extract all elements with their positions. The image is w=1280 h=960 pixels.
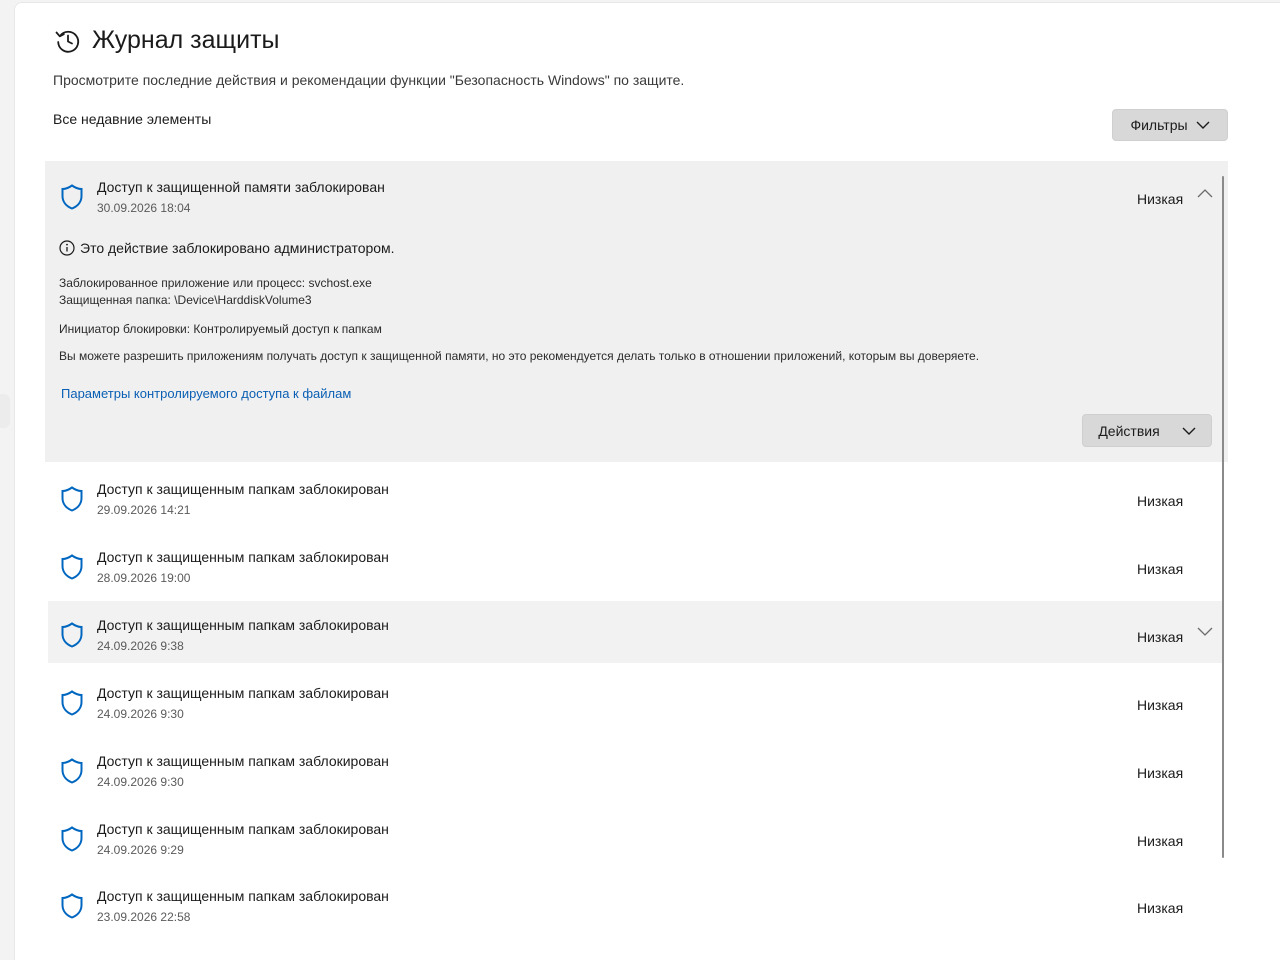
history-item-date: 30.09.2026 18:04: [97, 201, 191, 215]
history-item-title: Доступ к защищенным папкам заблокирован: [97, 617, 389, 633]
filters-button-label: Фильтры: [1130, 117, 1188, 133]
history-item-title: Доступ к защищенным папкам заблокирован: [97, 821, 389, 837]
chevron-down-icon[interactable]: [1197, 627, 1213, 637]
history-item[interactable]: Доступ к защищенным папкам заблокирован …: [48, 601, 1222, 663]
shield-icon: [61, 486, 83, 512]
history-item-title: Доступ к защищенным папкам заблокирован: [97, 888, 389, 904]
history-item-severity: Низкая: [1137, 629, 1184, 645]
shield-icon: [61, 826, 83, 852]
history-item-date: 24.09.2026 9:30: [97, 775, 184, 789]
controlled-folder-access-settings-link[interactable]: Параметры контролируемого доступа к файл…: [61, 386, 351, 401]
history-item-date: 24.09.2026 9:30: [97, 707, 184, 721]
history-item-severity: Низкая: [1137, 191, 1184, 207]
history-item[interactable]: Доступ к защищенным папкам заблокирован …: [48, 533, 1222, 595]
history-item-severity: Низкая: [1137, 493, 1184, 509]
page-header: Журнал защиты: [54, 26, 280, 55]
blocked-app-line: Заблокированное приложение или процесс: …: [59, 276, 372, 290]
history-item[interactable]: Доступ к защищенным папкам заблокирован …: [48, 805, 1222, 867]
history-item-severity: Низкая: [1137, 697, 1184, 713]
admin-block-text: Это действие заблокировано администратор…: [80, 240, 395, 256]
initiator-line: Инициатор блокировки: Контролируемый дос…: [59, 322, 382, 336]
history-item-title: Доступ к защищенным папкам заблокирован: [97, 685, 389, 701]
chevron-down-icon: [1182, 426, 1196, 436]
history-item-severity: Низкая: [1137, 561, 1184, 577]
history-item-date: 29.09.2026 14:21: [97, 503, 191, 517]
filters-button[interactable]: Фильтры: [1112, 109, 1228, 141]
history-icon: [54, 27, 82, 55]
page-subtitle: Просмотрите последние действия и рекомен…: [53, 72, 685, 88]
shield-icon: [61, 184, 83, 210]
page-title: Журнал защиты: [92, 26, 280, 54]
history-item-date: 24.09.2026 9:38: [97, 639, 184, 653]
history-item-date: 28.09.2026 19:00: [97, 571, 191, 585]
history-item-severity: Низкая: [1137, 833, 1184, 849]
history-item-title: Доступ к защищенным папкам заблокирован: [97, 481, 389, 497]
shield-icon: [61, 622, 83, 648]
history-item[interactable]: Доступ к защищенным папкам заблокирован …: [48, 465, 1222, 527]
history-item-severity: Низкая: [1137, 765, 1184, 781]
history-item[interactable]: Доступ к защищенным папкам заблокирован …: [48, 737, 1222, 799]
protected-folder-line: Защищенная папка: \Device\HarddiskVolume…: [59, 293, 312, 307]
history-item[interactable]: Доступ к защищенным папкам заблокирован …: [48, 669, 1222, 731]
history-item-title: Доступ к защищенным папкам заблокирован: [97, 549, 389, 565]
nav-edge-handle[interactable]: [0, 394, 10, 428]
actions-button-label: Действия: [1098, 422, 1160, 439]
history-item-date: 24.09.2026 9:29: [97, 843, 184, 857]
history-item-date: 23.09.2026 22:58: [97, 910, 191, 924]
admin-block-info: Это действие заблокировано администратор…: [59, 240, 395, 256]
section-label: Все недавние элементы: [53, 111, 212, 127]
chevron-down-icon: [1196, 120, 1210, 130]
shield-icon: [61, 690, 83, 716]
shield-icon: [61, 554, 83, 580]
actions-button[interactable]: Действия: [1082, 414, 1212, 447]
chevron-up-icon[interactable]: [1197, 189, 1213, 199]
trust-note: Вы можете разрешить приложениям получать…: [59, 349, 980, 363]
history-item-severity: Низкая: [1137, 900, 1184, 916]
shield-icon: [61, 893, 83, 919]
shield-icon: [61, 758, 83, 784]
history-item-title: Доступ к защищенным папкам заблокирован: [97, 753, 389, 769]
history-item[interactable]: Доступ к защищенным папкам заблокирован …: [48, 872, 1222, 934]
history-item-expanded-header[interactable]: Доступ к защищенной памяти заблокирован …: [48, 163, 1222, 225]
list-scrollbar[interactable]: [1222, 176, 1224, 858]
history-item-title: Доступ к защищенной памяти заблокирован: [97, 179, 385, 195]
info-icon: [59, 240, 75, 256]
